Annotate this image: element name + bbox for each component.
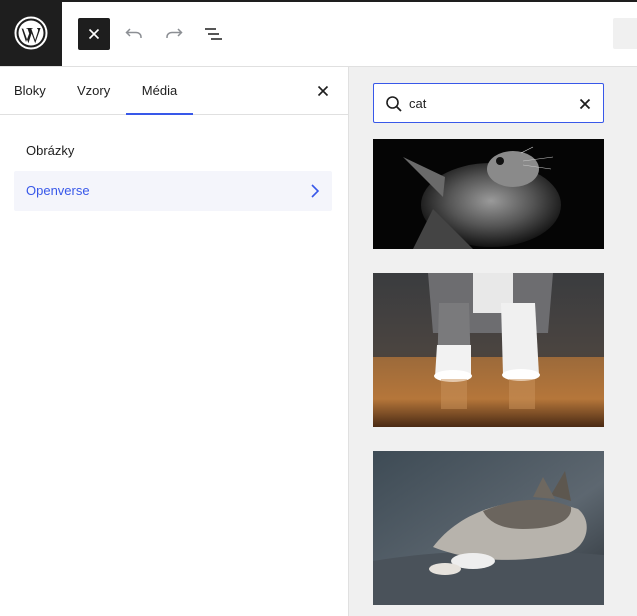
clear-search-button[interactable] xyxy=(574,94,596,114)
list-view-button[interactable] xyxy=(197,18,229,50)
category-label: Obrázky xyxy=(26,143,75,158)
tab-media[interactable]: Média xyxy=(126,67,193,115)
chevron-right-icon xyxy=(311,184,320,198)
media-category-images[interactable]: Obrázky xyxy=(14,131,332,171)
editor-header xyxy=(0,0,637,67)
redo-icon xyxy=(166,28,183,38)
media-result-image[interactable] xyxy=(373,273,604,427)
media-category-openverse[interactable]: Openverse xyxy=(14,171,332,211)
search-icon xyxy=(386,96,402,112)
media-search-field xyxy=(373,83,604,123)
undo-icon xyxy=(125,28,142,38)
inserter-tabs: Bloky Vzory Média xyxy=(0,67,348,115)
undo-button[interactable] xyxy=(118,18,150,50)
header-action-button[interactable] xyxy=(613,18,637,49)
media-search-input[interactable] xyxy=(409,93,569,113)
media-result-image[interactable] xyxy=(373,139,604,249)
category-label: Openverse xyxy=(26,183,90,198)
close-inserter-button[interactable] xyxy=(78,18,110,50)
header-top-border xyxy=(0,0,637,2)
list-view-icon xyxy=(205,28,222,40)
close-icon xyxy=(317,85,329,97)
wordpress-logo-icon[interactable] xyxy=(0,0,62,66)
close-panel-button[interactable] xyxy=(310,79,336,103)
close-icon xyxy=(88,28,100,40)
tab-patterns[interactable]: Vzory xyxy=(77,67,110,114)
close-icon xyxy=(579,98,591,110)
tab-blocks[interactable]: Bloky xyxy=(14,67,46,114)
inserter-panel: Bloky Vzory Média Obrázky Openverse xyxy=(0,67,349,616)
media-result-image[interactable] xyxy=(373,451,604,605)
media-results-panel xyxy=(349,67,637,616)
redo-button[interactable] xyxy=(158,18,190,50)
